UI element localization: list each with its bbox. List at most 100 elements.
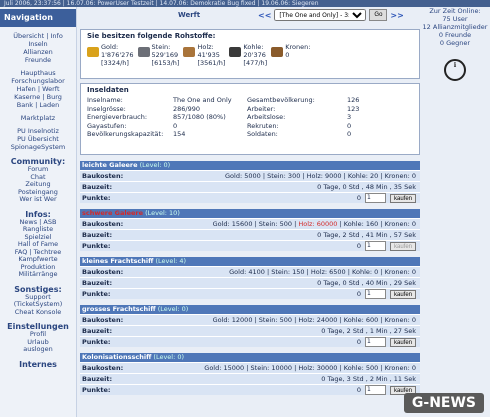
top-news-bar: Juli 2006, 23:37:56 | 16.07.06: PowerUse… [0,0,490,7]
stone-icon [137,47,150,57]
ship-list: leichte Galeere (Level: 0) Baukosten: Gold… [80,161,420,395]
sidebar-link[interactable]: SpionageSystem [0,143,76,151]
cost-row: Baukosten: Gold: 12000 | Stein: 500 | Hol… [80,314,420,325]
time-label: Bauzeit: [82,231,113,239]
watermark-logo: G-NEWS [403,393,484,413]
sidebar-link[interactable]: Bank | Laden [0,101,76,109]
points-label: Punkte: [82,194,111,202]
cost-label: Baukosten: [82,268,124,276]
ship-card: schwere Galeere (Level: 10) Baukosten: Gol… [80,209,420,251]
sidebar-link[interactable]: Inseln [0,40,76,48]
online-panel: Zur Zeit Online: 75 User 12 Allianzmitglie… [420,7,490,81]
online-line: 0 Freunde [438,31,472,39]
ship-title: Kolonisationsschiff (Level: 0) [80,353,420,362]
island-data-cell: 857/1080 (80%) [173,113,226,121]
cost-values: Gold: 5000 | Stein: 300 | Holz: 9000 | K… [225,172,416,180]
island-data-cell: Inselgrösse: [87,104,126,113]
resource-item: Kohle: 20'376 [477/h] [229,43,267,67]
sidebar-link[interactable]: Kaserne | Burg [0,93,76,101]
header-row: Werft << [The One and Only] - 3:25:32 Go… [80,7,420,25]
sidebar-link[interactable]: Cheat Konsole [0,308,76,317]
quantity-select[interactable]: 1 [364,337,386,347]
resource-rate: [3324/h] [101,59,129,67]
ship-name[interactable]: Kolonisationsschiff [82,353,151,361]
cost-row: Baukosten: Gold: 5000 | Stein: 300 | Holz… [80,170,420,181]
quantity-select[interactable]: 1 [364,385,386,395]
sidebar-link[interactable]: Forschungslabor [0,77,76,85]
ship-name[interactable]: grosses Frachtschiff [82,305,156,313]
cost-item: Kronen: 0 [384,268,416,276]
quantity-select[interactable]: 1 [364,289,386,299]
quantity-select[interactable]: 1 [364,193,386,203]
buy-button[interactable]: kaufen [389,193,416,203]
ship-name[interactable]: schwere Galeere [82,209,143,217]
resource-item: Stein: 529'169 [6153/h] [137,43,179,67]
time-row: Bauzeit: 0 Tage, 2 Std , 1 Min , 27 Sek [80,325,420,336]
sidebar-link[interactable]: Wer ist Wer [0,195,76,204]
resource-name: Kohle: [243,43,264,51]
online-line: Zur Zeit Online: [429,7,481,15]
news-ticker: Juli 2006, 23:37:56 | 16.07.06: PowerUse… [4,0,319,7]
resource-rate: [3561/h] [197,59,226,67]
buy-button[interactable]: kaufen [389,289,416,299]
crown-icon [271,47,284,57]
points-label: Punkte: [82,242,111,250]
time-label: Bauzeit: [82,279,113,287]
cost-label: Baukosten: [82,172,124,180]
sidebar-section-internes: Internes [19,359,57,369]
points-row: Punkte: 0 1 kaufen [80,240,420,251]
ship-card: Kolonisationsschiff (Level: 0) Baukosten:… [80,353,420,395]
wood-icon [183,47,196,57]
cost-item: Gold: 15600 [212,220,253,228]
ship-title: schwere Galeere (Level: 10) [80,209,420,218]
cost-values: Gold: 15600 | Stein: 500 | Holz: 60000 |… [212,220,416,228]
sidebar-link[interactable]: Hafen | Werft [0,85,76,93]
resource-rate: [477/h] [243,59,268,67]
time-row: Bauzeit: 0 Tage, 0 Std , 40 Min , 29 Sek [80,277,420,288]
sidebar-link[interactable]: PU Inselnotiz [0,127,76,135]
ship-level: (Level: 0) [137,161,171,169]
island-select[interactable]: [The One and Only] - 3:25:32 [274,9,367,21]
cost-item: Kohle: 500 [343,364,379,372]
ship-title: grosses Frachtschiff (Level: 0) [80,305,420,314]
island-data-cell: 3 [347,113,352,121]
gold-icon [87,47,99,57]
ship-name[interactable]: leichte Galeere [82,161,138,169]
points-row: Punkte: 0 1 kaufen [80,192,420,203]
island-data-cell: 286/990 [173,104,201,113]
build-time: 0 Tage, 2 Std , 1 Min , 27 Sek [321,327,416,335]
ship-level: (Level: 10) [143,209,180,217]
go-button[interactable]: Go [369,9,388,21]
sidebar-link[interactable]: auslogen [0,345,76,354]
sidebar-link[interactable]: PU Übersicht [0,135,76,143]
island-data-cell: Inselname: [87,96,123,104]
island-data-cell: 0 [347,130,352,138]
sidebar-link[interactable]: Haupthaus [0,69,76,77]
info-icon[interactable]: i [444,59,466,81]
sidebar-link[interactable]: Marktplatz [0,114,76,122]
sidebar-link[interactable]: Allianzen [0,48,76,56]
ship-card: grosses Frachtschiff (Level: 0) Baukosten… [80,305,420,347]
resources-list: Gold: 1'876'276 [3324/h] Stein: 529'169 [6153… [87,43,413,67]
navigation-header: Navigation [0,9,76,27]
resource-values: Gold: 1'876'276 [3324/h] [101,43,134,67]
ship-name[interactable]: kleines Frachtschiff [82,257,153,265]
cost-values: Gold: 15000 | Stein: 10000 | Holz: 30000… [204,364,416,372]
build-time: 0 Tage, 3 Std , 2 Min , 11 Sek [321,375,416,383]
cost-item: Kohle: 600 [343,316,379,324]
cost-label: Baukosten: [82,364,124,372]
main-content: Werft << [The One and Only] - 3:25:32 Go… [80,7,420,417]
quantity-select[interactable]: 1 [364,241,386,251]
next-island-button[interactable]: >> [390,11,403,20]
island-data-cell: Rekruten: [247,121,279,130]
points-controls: 0 1 kaufen [152,193,420,203]
sidebar-link[interactable]: Übersicht | Info [0,32,76,40]
buy-button[interactable]: kaufen [389,337,416,347]
island-data-panel: Inseldaten Inselname: The One and Only Ges… [80,83,420,155]
resource-item: Kronen: 0 [271,43,310,67]
points-row: Punkte: 0 1 kaufen [80,288,420,299]
ship-level: (Level: 0) [151,353,185,361]
sidebar-link[interactable]: Militärränge [0,270,76,279]
prev-island-button[interactable]: << [258,11,271,20]
sidebar-link[interactable]: Freunde [0,56,76,64]
